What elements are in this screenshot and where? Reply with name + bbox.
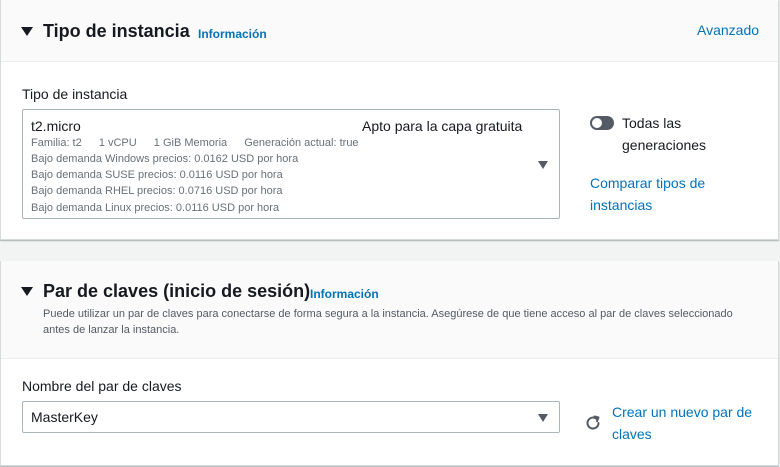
key-pair-selected: MasterKey (31, 409, 98, 425)
key-pair-description: Puede utilizar un par de claves para con… (43, 308, 733, 336)
all-generations-toggle[interactable] (590, 116, 614, 130)
instance-type-panel: Tipo de instancia Información Avanzado T… (0, 0, 779, 240)
instance-type-info-link[interactable]: Información (198, 27, 267, 41)
key-pair-info-link[interactable]: Información (310, 287, 379, 301)
instance-specs: Familia: t2 1 vCPU 1 GiB Memoria Generac… (31, 137, 373, 149)
key-pair-field-label: Nombre del par de claves (22, 378, 182, 394)
all-generations-label: Todas las generaciones (622, 115, 707, 153)
instance-family: Familia: t2 (31, 137, 82, 149)
instance-type-name: t2.micro (31, 118, 81, 134)
chevron-down-icon (538, 161, 548, 169)
instance-type-field-label: Tipo de instancia (22, 86, 128, 102)
instance-generation: Generación actual: true (244, 137, 359, 149)
price-rhel: Bajo demanda RHEL precios: 0.0716 USD po… (31, 185, 283, 197)
price-suse: Bajo demanda SUSE precios: 0.0116 USD po… (31, 169, 283, 181)
refresh-icon[interactable] (584, 414, 602, 432)
price-windows: Bajo demanda Windows precios: 0.0162 USD… (31, 153, 299, 165)
create-key-pair-link[interactable]: Crear un nuevo par de claves (612, 401, 772, 445)
instance-memory: 1 GiB Memoria (153, 137, 228, 149)
instance-type-title: Tipo de instancia (43, 21, 190, 41)
advanced-link[interactable]: Avanzado (697, 19, 759, 41)
price-linux: Bajo demanda Linux precios: 0.0116 USD p… (31, 202, 280, 214)
key-pair-header: Par de claves (inicio de sesión) Informa… (1, 261, 778, 359)
key-pair-panel: Par de claves (inicio de sesión) Informa… (0, 261, 779, 466)
key-pair-select[interactable]: MasterKey (22, 401, 560, 433)
instance-type-select[interactable]: t2.micro Apto para la capa gratuita Fami… (22, 109, 560, 219)
instance-vcpu: 1 vCPU (98, 137, 137, 149)
chevron-down-icon (538, 414, 548, 422)
collapse-caret-icon[interactable] (21, 287, 33, 296)
key-pair-title: Par de claves (inicio de sesión) (43, 281, 311, 301)
collapse-caret-icon[interactable] (21, 27, 33, 36)
toggle-knob (592, 118, 602, 128)
instance-type-header: Tipo de instancia Información Avanzado (1, 0, 778, 62)
compare-instance-types-link[interactable]: Comparar tipos de instancias (590, 172, 730, 216)
free-tier-badge: Apto para la capa gratuita (362, 118, 523, 134)
